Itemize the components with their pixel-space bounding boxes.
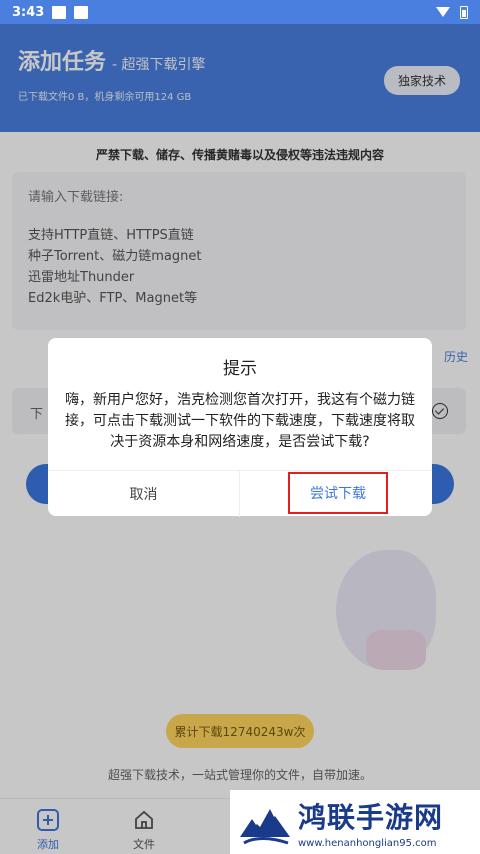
watermark-url: www.henanhonglian95.com (298, 837, 437, 849)
notification-icon (52, 5, 67, 19)
dialog-message: 嗨，新用户您好，浩克检测您首次打开，我这有个磁力链接，可点击下载测试一下软件的下… (65, 392, 415, 450)
notification-icon-2 (74, 5, 89, 19)
watermark: 鸿联手游网 www.henanhonglian95.com (230, 790, 480, 854)
status-bar: 3:43 (0, 0, 480, 24)
divider (239, 471, 240, 517)
battery-icon (460, 5, 468, 19)
dialog-title: 提示 (223, 359, 257, 379)
watermark-logo-icon (238, 797, 292, 847)
try-download-button[interactable]: 尝试下载 (288, 472, 388, 514)
cancel-button[interactable]: 取消 (48, 471, 239, 517)
status-time: 3:43 (12, 4, 45, 20)
wifi-icon (436, 7, 450, 17)
prompt-dialog: 提示 嗨，新用户您好，浩克检测您首次打开，我这有个磁力链接，可点击下载测试一下软… (48, 338, 432, 517)
watermark-title: 鸿联手游网 (298, 800, 444, 834)
